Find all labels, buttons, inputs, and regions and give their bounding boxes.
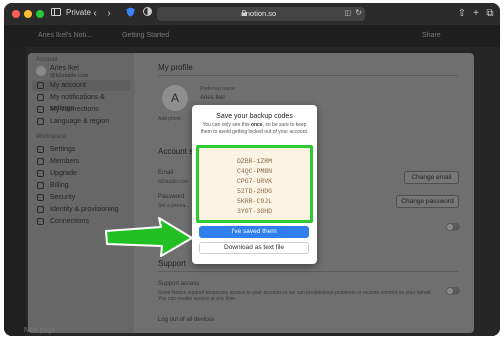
support-access-desc: Grant Notion support temporary access to… [158,290,432,302]
sidebar-item-identity[interactable]: Identity & provisioning [32,204,130,215]
notion-topbar: Aries Ikel's Noti... Getting Started Sha… [4,25,500,47]
divider [158,271,458,272]
settings-sidebar: Account Aries Ikel @b2stable.com My acco… [28,53,134,333]
sidebar-item-members[interactable]: Members [32,156,130,167]
modal-description: You can only see this once, so be sure t… [198,122,311,135]
translate-icon[interactable]: ◫ [344,9,351,17]
notion-sidebar-strip [4,47,26,336]
support-access-label: Support access [158,281,200,287]
zoom-window-button[interactable] [36,10,44,18]
sidebar-item-label: Upgrade [50,170,77,177]
support-title: Support [158,259,187,268]
new-tab-icon[interactable]: + [471,7,481,21]
upgrade-icon [37,170,44,177]
backup-code: CPG7-URVK [236,178,273,185]
two-step-toggle[interactable] [446,223,460,231]
card-icon [37,182,44,189]
sidebar-item-language[interactable]: Language & region [32,116,130,127]
globe-icon [37,118,44,125]
preferred-name-value[interactable]: Aries Ikel [200,95,225,101]
workspace-section-label: Workspace [36,134,66,140]
profile-avatar[interactable]: A [162,85,188,111]
support-access-toggle[interactable] [446,287,460,295]
backup-code: 5KRR-C9JL [236,198,273,205]
minimize-window-button[interactable] [24,10,32,18]
person-icon [37,82,44,89]
share-button[interactable]: Share [422,32,441,39]
address-bar[interactable]: notion.so ◫ ↻ [157,7,365,21]
id-icon [37,206,44,213]
sidebar-item-settings[interactable]: Settings [32,144,130,155]
sidebar-item-label: Identity & provisioning [50,206,119,213]
backup-codes-modal: Save your backup codes You can only see … [192,105,317,264]
sidebar-item-my-account[interactable]: My account [32,80,130,91]
reload-icon[interactable]: ↻ [355,8,362,17]
annotation-arrow-icon [105,217,193,257]
modal-desc-bold: once [250,122,263,128]
grid-icon [37,218,44,225]
sidebar-item-connections[interactable]: My connections [32,104,130,115]
account-section-label: Account [36,57,58,63]
shield-icon [37,194,44,201]
members-icon [37,158,44,165]
new-page-button[interactable]: New page [24,327,56,334]
modal-title: Save your backup codes [216,113,293,120]
sidebar-item-label: Language & region [50,118,110,125]
backup-code: 3Y0T-3GHD [236,208,273,215]
sidebar-item-billing[interactable]: Billing [32,180,130,191]
sidebar-item-notifications[interactable]: My notifications & settings [32,92,130,112]
settings-icon [37,94,44,101]
gear-icon [37,146,44,153]
page-breadcrumb[interactable]: Getting Started [122,32,169,39]
download-codes-button[interactable]: Download as text file [199,242,309,254]
avatar [36,66,46,76]
backup-code: 52TD-2HDG [236,188,273,195]
sidebar-item-label: Connections [50,218,89,225]
modal-desc-text: You can only see this [202,122,251,128]
share-icon[interactable]: ⇧ [457,7,467,21]
change-email-button[interactable]: Change email [404,171,459,184]
back-icon[interactable]: ‹ [90,7,100,21]
sidebar-item-label: My connections [50,106,99,113]
sidebar-item-label: Members [50,158,80,165]
profile-title: My profile [158,63,193,72]
backup-code: DZBR-1ZRM [236,158,273,165]
url-text: notion.so [245,9,277,18]
private-label: Private [66,8,91,17]
browser-toolbar: Private ‹ › notion.so ◫ ↻ ⇧ + ⧉ [4,3,500,25]
logout-all-devices[interactable]: Log out of all devices [158,317,214,323]
sidebar-item-label: Settings [50,146,76,153]
email-label: Email [158,170,174,176]
account-name: Aries Ikel [50,65,79,72]
sidebar-item-upgrade[interactable]: Upgrade [32,168,130,179]
sidebar-item-security[interactable]: Security [32,192,130,203]
email-value: bl2stable.com [158,179,189,185]
saved-codes-button[interactable]: I've saved them [199,226,309,238]
change-password-button[interactable]: Change password [396,195,459,208]
account-email: @b2stable.com [50,73,89,79]
sidebar-item-label: My account [50,82,86,89]
sidebar-item-label: Security [50,194,76,201]
sidebar-item-label: Billing [50,182,69,189]
link-icon [37,106,44,113]
backup-codes-box: DZBR-1ZRM C4QC-PMBN CPG7-URVK 52TD-2HDG … [196,145,313,223]
privacy-icon[interactable] [141,7,153,21]
backup-code: C4QC-PMBN [236,168,273,175]
shield-icon[interactable] [124,7,136,21]
sidebar-icon[interactable] [50,7,62,21]
password-label: Password [158,194,185,200]
close-window-button[interactable] [12,10,20,18]
tabs-icon[interactable]: ⧉ [485,7,495,21]
workspace-name[interactable]: Aries Ikel's Noti... [38,32,92,39]
forward-icon[interactable]: › [104,7,114,21]
password-desc: Set a perma... [158,203,190,209]
add-photo-link[interactable]: Add photo [158,116,181,122]
divider [158,75,458,76]
preferred-name-label: Preferred name [200,86,235,92]
